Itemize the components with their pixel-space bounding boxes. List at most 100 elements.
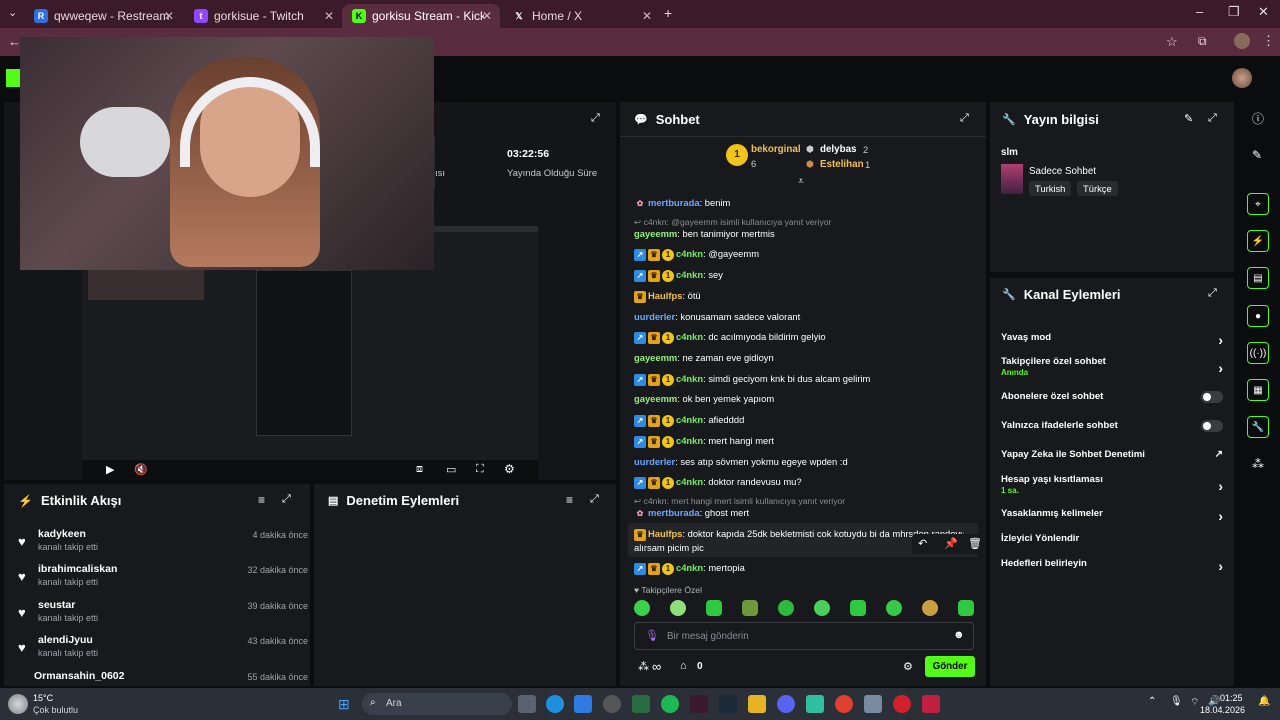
- top-user-3[interactable]: Estelihan: [820, 159, 864, 170]
- sidebar-button-broadcast[interactable]: ((·)): [1247, 342, 1269, 364]
- info-icon[interactable]: ⓘ: [1252, 110, 1264, 127]
- tab-x-home[interactable]: 𝕏 Home / X ✕: [502, 4, 660, 28]
- chat-username[interactable]: c4nkn: [676, 248, 703, 259]
- chatgpt-icon[interactable]: [603, 695, 621, 713]
- close-icon[interactable]: ✕: [164, 9, 174, 23]
- sidebar-button-chat[interactable]: ●: [1247, 305, 1269, 327]
- chat-username[interactable]: c4nkn: [676, 373, 703, 384]
- sidebar-button-bolt[interactable]: ⚡: [1247, 230, 1269, 252]
- spotify-icon[interactable]: [661, 695, 679, 713]
- chat-username[interactable]: c4nkn: [676, 562, 703, 573]
- emote-icon[interactable]: [778, 600, 794, 616]
- play-icon[interactable]: ▶: [106, 463, 114, 476]
- chat-username[interactable]: gayeemm: [634, 228, 677, 239]
- mic-icon[interactable]: 🎙: [1170, 696, 1183, 707]
- edit-pencil-icon[interactable]: ✎: [1184, 112, 1193, 125]
- menu-dots-icon[interactable]: ⋮: [1262, 33, 1275, 49]
- activity-user[interactable]: kadykeen: [38, 528, 86, 540]
- theater-icon[interactable]: ▭: [446, 463, 456, 476]
- chat-username[interactable]: mertburada: [648, 197, 700, 208]
- emote-icon[interactable]: [958, 600, 974, 616]
- settings-gear-icon[interactable]: ⚙: [504, 462, 515, 476]
- window-close-icon[interactable]: ✕: [1258, 4, 1269, 20]
- app-icon[interactable]: [922, 695, 940, 713]
- app-icon[interactable]: [893, 695, 911, 713]
- top-user-2[interactable]: delybas: [820, 144, 857, 155]
- fullscreen-icon[interactable]: ⛶: [476, 463, 484, 476]
- tray-chevron-icon[interactable]: ⌃: [1148, 696, 1156, 707]
- chat-username[interactable]: uurderler: [634, 311, 675, 322]
- expand-icon[interactable]: ⤢: [960, 112, 969, 125]
- tab-list-chevron-icon[interactable]: ⌄: [8, 6, 17, 19]
- followers-only-row[interactable]: Takipçilere özel sohbet Anında ›: [1001, 356, 1223, 378]
- emote-icon[interactable]: [850, 600, 866, 616]
- mute-icon[interactable]: 🔇: [134, 463, 148, 476]
- activity-user[interactable]: seustar: [38, 599, 75, 611]
- expand-icon[interactable]: ⤢: [1208, 112, 1217, 125]
- emote-icon[interactable]: [634, 600, 650, 616]
- sidebar-button-wrench[interactable]: 🔧: [1247, 416, 1269, 438]
- close-icon[interactable]: ✕: [482, 9, 492, 23]
- chrome-icon[interactable]: [835, 695, 853, 713]
- raid-row[interactable]: İzleyici Yönlendir: [1001, 533, 1223, 544]
- trash-icon[interactable]: 🗑: [968, 537, 982, 550]
- pip-icon[interactable]: ⧈: [416, 463, 423, 476]
- kick-logo-icon[interactable]: [6, 69, 20, 87]
- emotes-only-toggle[interactable]: [1201, 420, 1223, 432]
- taskbar-search[interactable]: ⌕ Ara: [362, 693, 512, 715]
- emote-icon[interactable]: [742, 600, 758, 616]
- emote-icon[interactable]: [886, 600, 902, 616]
- new-tab-button[interactable]: +: [664, 5, 672, 21]
- filter-icon[interactable]: ≡: [566, 493, 573, 507]
- points-icon[interactable]: ⁂: [638, 660, 649, 673]
- expand-icon[interactable]: ⤢: [1208, 287, 1217, 300]
- weather-temp[interactable]: 15°C: [33, 693, 53, 703]
- filter-icon[interactable]: ≡: [258, 493, 265, 507]
- edge-icon[interactable]: [546, 695, 564, 713]
- activity-user[interactable]: alendiJyuu: [38, 634, 93, 646]
- activity-user[interactable]: ibrahimcaliskan: [38, 563, 117, 575]
- chat-input[interactable]: 🎙 Bir mesaj gönderin ☻: [634, 622, 974, 650]
- windows-start-icon[interactable]: ⊞: [338, 696, 350, 713]
- wifi-icon[interactable]: ⌔: [1190, 696, 1199, 709]
- app-icon[interactable]: [864, 695, 882, 713]
- chat-settings-gear-icon[interactable]: ⚙: [903, 660, 913, 673]
- expand-icon[interactable]: ⤢: [590, 493, 599, 506]
- store-icon[interactable]: [574, 695, 592, 713]
- steam-icon[interactable]: [719, 695, 737, 713]
- points-icon[interactable]: ⁂: [1252, 457, 1264, 471]
- tab-twitch[interactable]: t gorkisue - Twitch ✕: [184, 4, 342, 28]
- send-button[interactable]: Gönder: [925, 656, 975, 677]
- banned-words-row[interactable]: Yasaklanmış kelimeler ›: [1001, 508, 1223, 524]
- account-age-row[interactable]: Hesap yaşı kısıtlaması 1 sa. ›: [1001, 474, 1223, 496]
- tab-kick-dashboard[interactable]: K gorkisu Stream - Kick Dashboar ✕: [342, 4, 500, 28]
- store-icon[interactable]: ⌂: [680, 660, 687, 672]
- discord-icon[interactable]: [777, 695, 795, 713]
- emote-icon[interactable]: [922, 600, 938, 616]
- emote-icon[interactable]: [706, 600, 722, 616]
- chat-username[interactable]: c4nkn: [676, 476, 703, 487]
- close-icon[interactable]: ✕: [324, 9, 334, 23]
- chat-username[interactable]: gayeemm: [634, 352, 677, 363]
- chat-username[interactable]: uurderler: [634, 456, 675, 467]
- minimize-icon[interactable]: –: [1196, 4, 1203, 19]
- task-view-icon[interactable]: [518, 695, 536, 713]
- expand-icon[interactable]: ⤢: [282, 493, 291, 506]
- pencil-icon[interactable]: ✎: [1252, 148, 1262, 162]
- app-icon[interactable]: [806, 695, 824, 713]
- chat-username[interactable]: gayeemm: [634, 393, 677, 404]
- ai-moderation-row[interactable]: Yapay Zeka ile Sohbet Denetimi ↗: [1001, 449, 1223, 460]
- close-icon[interactable]: ✕: [642, 9, 652, 23]
- chat-username[interactable]: c4nkn: [676, 435, 703, 446]
- profile-avatar[interactable]: [1234, 33, 1250, 49]
- app-icon[interactable]: [690, 695, 708, 713]
- maximize-icon[interactable]: ❐: [1228, 4, 1240, 20]
- tab-restream[interactable]: R qwweqew - Restream ✕: [24, 4, 182, 28]
- pin-icon[interactable]: 📌: [944, 537, 958, 550]
- clock-time[interactable]: 01:25: [1220, 693, 1243, 703]
- expand-icon[interactable]: ⤢: [591, 112, 603, 124]
- emote-icon[interactable]: [670, 600, 686, 616]
- folder-icon[interactable]: [748, 695, 766, 713]
- emoji-icon[interactable]: ☻: [953, 629, 965, 641]
- subscribers-only-toggle[interactable]: [1201, 391, 1223, 403]
